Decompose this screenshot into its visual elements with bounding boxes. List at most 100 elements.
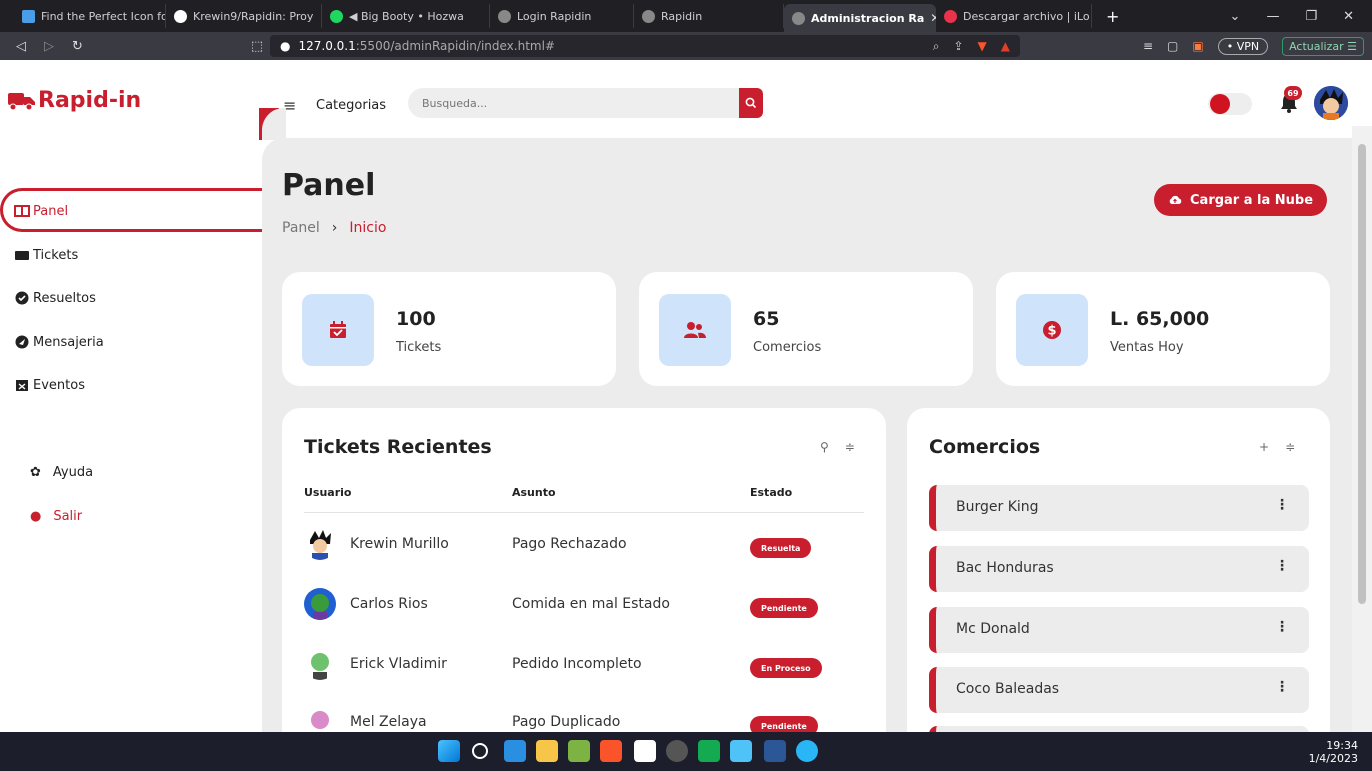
brave-icon[interactable] xyxy=(600,740,622,762)
sidebar-item-label: Resueltos xyxy=(33,290,96,306)
more-vertical-icon[interactable]: ⋮ xyxy=(1275,679,1289,695)
zoom-icon[interactable]: ⌕ xyxy=(933,39,940,54)
chevron-down-icon[interactable]: ⌄ xyxy=(1230,9,1241,24)
search-input[interactable] xyxy=(408,88,739,118)
logo-text: Rapid-in xyxy=(38,88,142,113)
browser-tab-0[interactable]: Find the Perfect Icon fo xyxy=(14,4,166,28)
stat-value: 65 xyxy=(753,308,780,330)
capcut-icon[interactable] xyxy=(634,740,656,762)
playlist-icon[interactable]: ≡ xyxy=(1143,39,1153,53)
dollar-circle-icon: $ xyxy=(1043,321,1061,339)
logout-icon: ● xyxy=(30,508,42,524)
ticket-user: Carlos Rios xyxy=(350,596,428,612)
browser-tab-active[interactable]: Administracion Ra ✕ xyxy=(784,4,936,32)
browser-tab-label: Krewin9/Rapidin: Proy xyxy=(193,9,314,23)
browser-tab-6[interactable]: Descargar archivo | iLo xyxy=(936,4,1092,28)
sidebar-help[interactable]: ✿ Ayuda xyxy=(30,462,93,482)
cloud-icon xyxy=(1169,195,1182,204)
sidebar: Panel Tickets Resueltos Mensajeria Event… xyxy=(0,126,290,732)
weather-icon[interactable] xyxy=(796,740,818,762)
table-row[interactable]: Erick Vladimir Pedido Incompleto En Proc… xyxy=(304,648,864,688)
brave-rewards-icon[interactable]: ▲ xyxy=(1001,39,1010,54)
bookmark-icon[interactable]: ⬚ xyxy=(251,39,263,54)
vscode-icon[interactable] xyxy=(504,740,526,762)
globe-icon xyxy=(642,9,655,23)
wallet-icon[interactable]: ▣ xyxy=(1192,39,1203,53)
clock-date: 1/4/2023 xyxy=(1308,752,1358,765)
spotify-icon xyxy=(330,9,343,23)
upload-cloud-button[interactable]: Cargar a la Nube xyxy=(1154,184,1328,216)
reload-icon[interactable]: ↻ xyxy=(72,39,83,54)
stat-value: 100 xyxy=(396,308,436,330)
stat-label: Tickets xyxy=(396,340,442,355)
sidebar-item-panel[interactable]: Panel xyxy=(14,199,68,223)
heart-icon xyxy=(944,9,957,23)
system-clock[interactable]: 19:34 1/4/2023 xyxy=(1309,739,1358,765)
more-vertical-icon[interactable]: ⋮ xyxy=(1275,558,1289,574)
stat-icon-box: $ xyxy=(1016,294,1088,366)
sidebar-item-eventos[interactable]: Eventos xyxy=(14,373,85,397)
mongodb-icon[interactable] xyxy=(698,740,720,762)
sidebar-logout[interactable]: ● Salir xyxy=(30,506,82,526)
search-bar xyxy=(408,88,763,118)
update-button[interactable]: Actualizar ☰ xyxy=(1282,36,1364,56)
categories-link[interactable]: Categorias xyxy=(316,98,386,113)
stat-icon-box xyxy=(302,294,374,366)
vpn-button[interactable]: • VPN xyxy=(1217,37,1269,55)
breadcrumb: Panel › Inicio xyxy=(282,220,386,236)
list-item[interactable]: Coco Baleadas ⋮ xyxy=(929,667,1309,713)
xampp-icon[interactable] xyxy=(568,740,590,762)
folder-icon[interactable] xyxy=(536,740,558,762)
list-item[interactable]: Burger King ⋮ xyxy=(929,485,1309,531)
scrollbar[interactable] xyxy=(1352,126,1372,732)
avatar xyxy=(304,588,336,620)
browser-tab-2[interactable]: ◀ Big Booty • Hozwa xyxy=(322,4,490,28)
forward-icon[interactable]: ▷ xyxy=(44,39,54,54)
avatar[interactable] xyxy=(1314,86,1348,120)
ticket-subject: Comida en mal Estado xyxy=(512,596,670,612)
sidebar-item-mensajeria[interactable]: Mensajeria xyxy=(14,330,104,354)
sidebar-item-tickets[interactable]: Tickets xyxy=(14,243,78,267)
table-row[interactable]: Mel Zelaya Pago Duplicado Pendiente xyxy=(304,706,864,732)
plus-icon[interactable]: + xyxy=(1259,440,1269,454)
search-button[interactable] xyxy=(739,88,763,118)
close-window-icon[interactable]: ✕ xyxy=(1343,9,1354,24)
url-field[interactable]: ● 127.0.0.1:5500/adminRapidin/index.html… xyxy=(270,35,1020,57)
browser-tab-1[interactable]: Krewin9/Rapidin: Proy xyxy=(166,4,322,28)
minimize-icon[interactable]: — xyxy=(1266,9,1279,24)
word-icon[interactable] xyxy=(764,740,786,762)
back-icon[interactable]: ◁ xyxy=(16,39,26,54)
search-icon[interactable] xyxy=(472,743,488,759)
filter-icon[interactable]: ≑ xyxy=(1285,440,1295,454)
restore-icon[interactable]: ❐ xyxy=(1305,9,1317,24)
browser-tab-bar: Find the Perfect Icon fo Krewin9/Rapidin… xyxy=(0,0,1372,32)
browser-tab-4[interactable]: Rapidin xyxy=(634,4,784,28)
notepad-icon[interactable] xyxy=(730,740,752,762)
list-item[interactable]: Bac Honduras ⋮ xyxy=(929,546,1309,592)
logo[interactable]: Rapid-in xyxy=(8,88,141,113)
table-row[interactable]: Krewin Murillo Pago Rechazado Resuelta xyxy=(304,528,864,568)
flaticon-icon xyxy=(22,9,35,23)
search-icon[interactable]: ⚲ xyxy=(820,440,829,454)
column-header-subject: Asunto xyxy=(512,486,556,499)
browser-tab-3[interactable]: Login Rapidin xyxy=(490,4,634,28)
stat-card-comercios: 65 Comercios xyxy=(639,272,973,386)
list-item[interactable]: Mc Donald ⋮ xyxy=(929,607,1309,653)
theme-toggle[interactable] xyxy=(1208,93,1252,115)
github-desktop-icon[interactable] xyxy=(666,740,688,762)
browser-tab-label: ◀ Big Booty • Hozwa xyxy=(349,9,464,23)
windows-start-icon[interactable] xyxy=(438,740,460,762)
more-vertical-icon[interactable]: ⋮ xyxy=(1275,497,1289,513)
table-row[interactable]: Carlos Rios Comida en mal Estado Pendien… xyxy=(304,588,864,628)
share-icon[interactable]: ⇪ xyxy=(953,39,963,54)
more-vertical-icon[interactable]: ⋮ xyxy=(1275,619,1289,635)
breadcrumb-root[interactable]: Panel xyxy=(282,220,320,236)
new-tab-icon[interactable]: + xyxy=(1092,7,1133,26)
filter-icon[interactable]: ≑ xyxy=(845,440,855,454)
globe-icon xyxy=(792,11,805,25)
sidebar-item-resueltos[interactable]: Resueltos xyxy=(14,286,96,310)
brave-shield-icon[interactable]: ▼ xyxy=(978,39,987,54)
sidebar-toggle-icon[interactable]: ▢ xyxy=(1167,39,1178,53)
scrollbar-thumb[interactable] xyxy=(1358,144,1366,604)
calendar-x-icon xyxy=(16,380,28,391)
